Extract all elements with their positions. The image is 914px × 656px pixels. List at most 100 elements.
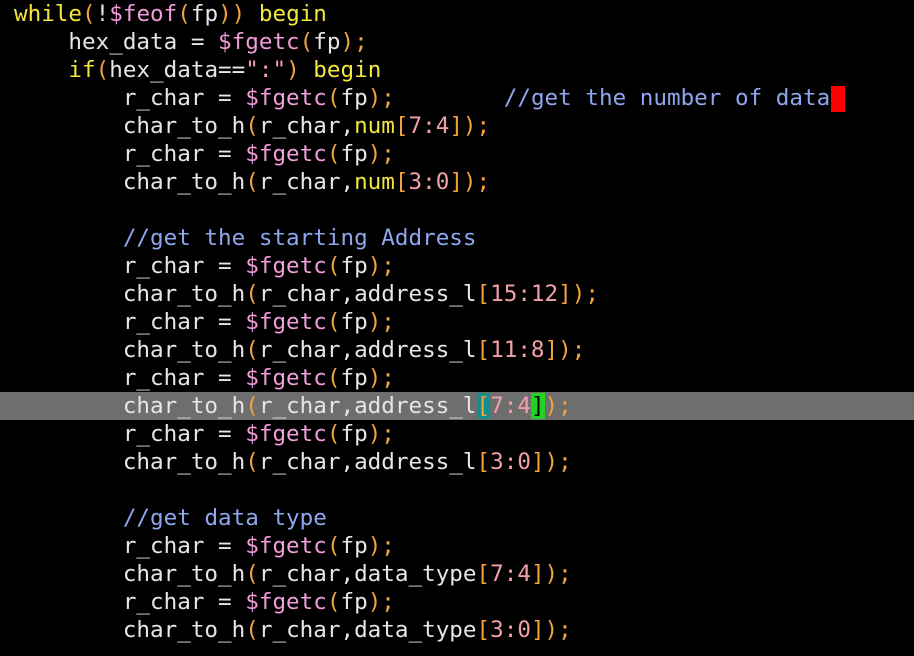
code-token: char_to_h bbox=[14, 561, 246, 587]
code-token: char_to_h bbox=[14, 393, 246, 419]
code-token: ( bbox=[245, 449, 259, 475]
code-token: char_to_h bbox=[14, 617, 246, 643]
code-token: ( bbox=[326, 309, 341, 335]
code-token: r_char, bbox=[258, 169, 355, 195]
code-line[interactable]: r_char = $fgetc(fp); bbox=[14, 364, 395, 392]
code-token: [ bbox=[476, 617, 491, 643]
code-token: ( bbox=[95, 57, 110, 83]
code-token: [ bbox=[476, 337, 491, 363]
code-token: ( bbox=[245, 561, 259, 587]
code-token: num bbox=[354, 113, 395, 139]
code-line[interactable]: r_char = $fgetc(fp); bbox=[14, 420, 395, 448]
code-token: ":" bbox=[245, 57, 287, 83]
code-token: ); bbox=[367, 533, 395, 559]
code-line[interactable]: //get data type bbox=[14, 504, 327, 532]
code-token: $fgetc bbox=[245, 421, 327, 447]
code-token: [ bbox=[476, 281, 491, 307]
code-line[interactable]: char_to_h(r_char,address_l[3:0]); bbox=[14, 448, 572, 476]
code-token: 15:12 bbox=[490, 281, 559, 307]
code-token: $fgetc bbox=[245, 589, 327, 615]
code-token: ( bbox=[245, 393, 259, 419]
code-editor[interactable]: while(!$feof(fp)) begin hex_data = $fget… bbox=[0, 0, 914, 656]
code-token: ]); bbox=[449, 113, 491, 139]
code-token: r_char,address_l bbox=[258, 449, 477, 475]
code-line[interactable]: char_to_h(r_char,num[3:0]); bbox=[14, 168, 490, 196]
code-line[interactable]: r_char = $fgetc(fp); bbox=[14, 588, 395, 616]
code-token: char_to_h bbox=[14, 337, 246, 363]
code-token: ]); bbox=[530, 449, 572, 475]
code-token: r_char = bbox=[14, 365, 246, 391]
code-token: ) bbox=[286, 57, 300, 83]
text-cursor bbox=[831, 85, 846, 112]
code-token: fp bbox=[340, 85, 368, 111]
code-line[interactable]: while(!$feof(fp)) begin bbox=[14, 0, 327, 28]
code-token: ); bbox=[367, 421, 395, 447]
code-token: r_char = bbox=[14, 533, 246, 559]
code-token: ( bbox=[299, 29, 314, 55]
code-token: fp bbox=[313, 29, 341, 55]
code-line[interactable]: if(hex_data==":") begin bbox=[14, 56, 381, 84]
code-line[interactable]: char_to_h(r_char,num[7:4]); bbox=[14, 112, 490, 140]
code-token: r_char,address_l bbox=[258, 393, 477, 419]
code-token: 3:0 bbox=[490, 449, 531, 475]
code-token: r_char = bbox=[14, 253, 246, 279]
code-line[interactable]: r_char = $fgetc(fp); bbox=[14, 308, 395, 336]
code-token: fp bbox=[340, 533, 368, 559]
code-line[interactable]: hex_data = $fgetc(fp); bbox=[14, 28, 368, 56]
code-line[interactable]: r_char = $fgetc(fp); bbox=[14, 252, 395, 280]
code-line[interactable]: char_to_h(r_char,address_l[7:4]); bbox=[14, 392, 572, 420]
code-token: 11:8 bbox=[490, 337, 545, 363]
code-token: $fgetc bbox=[245, 533, 327, 559]
code-token: r_char, bbox=[258, 113, 355, 139]
code-token: fp bbox=[190, 1, 219, 27]
code-token: ( bbox=[245, 617, 259, 643]
code-token: ]); bbox=[449, 169, 491, 195]
code-token: [ bbox=[394, 169, 409, 195]
code-token: hex_data== bbox=[109, 57, 246, 83]
code-token: 7:4 bbox=[490, 561, 531, 587]
code-token: if bbox=[14, 57, 96, 83]
code-token: char_to_h bbox=[14, 113, 246, 139]
code-token: r_char = bbox=[14, 85, 246, 111]
code-token: r_char,address_l bbox=[258, 281, 477, 307]
code-token: 7:4 bbox=[408, 113, 450, 139]
code-line[interactable]: //get the starting Address bbox=[14, 224, 477, 252]
code-token: //get the number of data bbox=[503, 85, 831, 111]
code-token: [ bbox=[476, 449, 491, 475]
code-token: ( bbox=[326, 365, 341, 391]
code-line[interactable]: r_char = $fgetc(fp); //get the number of… bbox=[14, 84, 846, 112]
code-token: ( bbox=[177, 1, 191, 27]
code-token: ); bbox=[367, 309, 395, 335]
code-token: ); bbox=[367, 589, 395, 615]
code-token: while bbox=[14, 1, 83, 27]
code-token: hex_data = bbox=[14, 29, 219, 55]
code-token: ( bbox=[326, 533, 341, 559]
code-token: 3:0 bbox=[408, 169, 450, 195]
code-token: r_char,data_type bbox=[258, 561, 477, 587]
code-token: //get data type bbox=[122, 505, 327, 531]
code-token: fp bbox=[340, 309, 368, 335]
code-line[interactable]: r_char = $fgetc(fp); bbox=[14, 532, 395, 560]
code-token: )) bbox=[218, 1, 246, 27]
code-token: 7:4 bbox=[490, 393, 531, 419]
code-token: ); bbox=[340, 29, 368, 55]
code-line[interactable]: char_to_h(r_char,address_l[11:8]); bbox=[14, 336, 586, 364]
code-token: ( bbox=[82, 1, 96, 27]
code-token: ( bbox=[245, 169, 259, 195]
code-token: r_char,address_l bbox=[258, 337, 477, 363]
code-token: ); bbox=[367, 365, 395, 391]
code-line[interactable]: char_to_h(r_char,address_l[15:12]); bbox=[14, 280, 599, 308]
code-token: [ bbox=[476, 393, 491, 419]
code-token: ); bbox=[544, 393, 572, 419]
code-token: r_char,data_type bbox=[258, 617, 477, 643]
code-token: ( bbox=[245, 281, 259, 307]
code-line[interactable]: char_to_h(r_char,data_type[7:4]); bbox=[14, 560, 572, 588]
code-line[interactable]: r_char = $fgetc(fp); bbox=[14, 140, 395, 168]
code-token: ]); bbox=[530, 561, 572, 587]
code-token: //get the starting Address bbox=[122, 225, 477, 251]
code-line[interactable]: char_to_h(r_char,data_type[3:0]); bbox=[14, 616, 572, 644]
code-token: ( bbox=[326, 421, 341, 447]
code-token: ); bbox=[367, 141, 395, 167]
